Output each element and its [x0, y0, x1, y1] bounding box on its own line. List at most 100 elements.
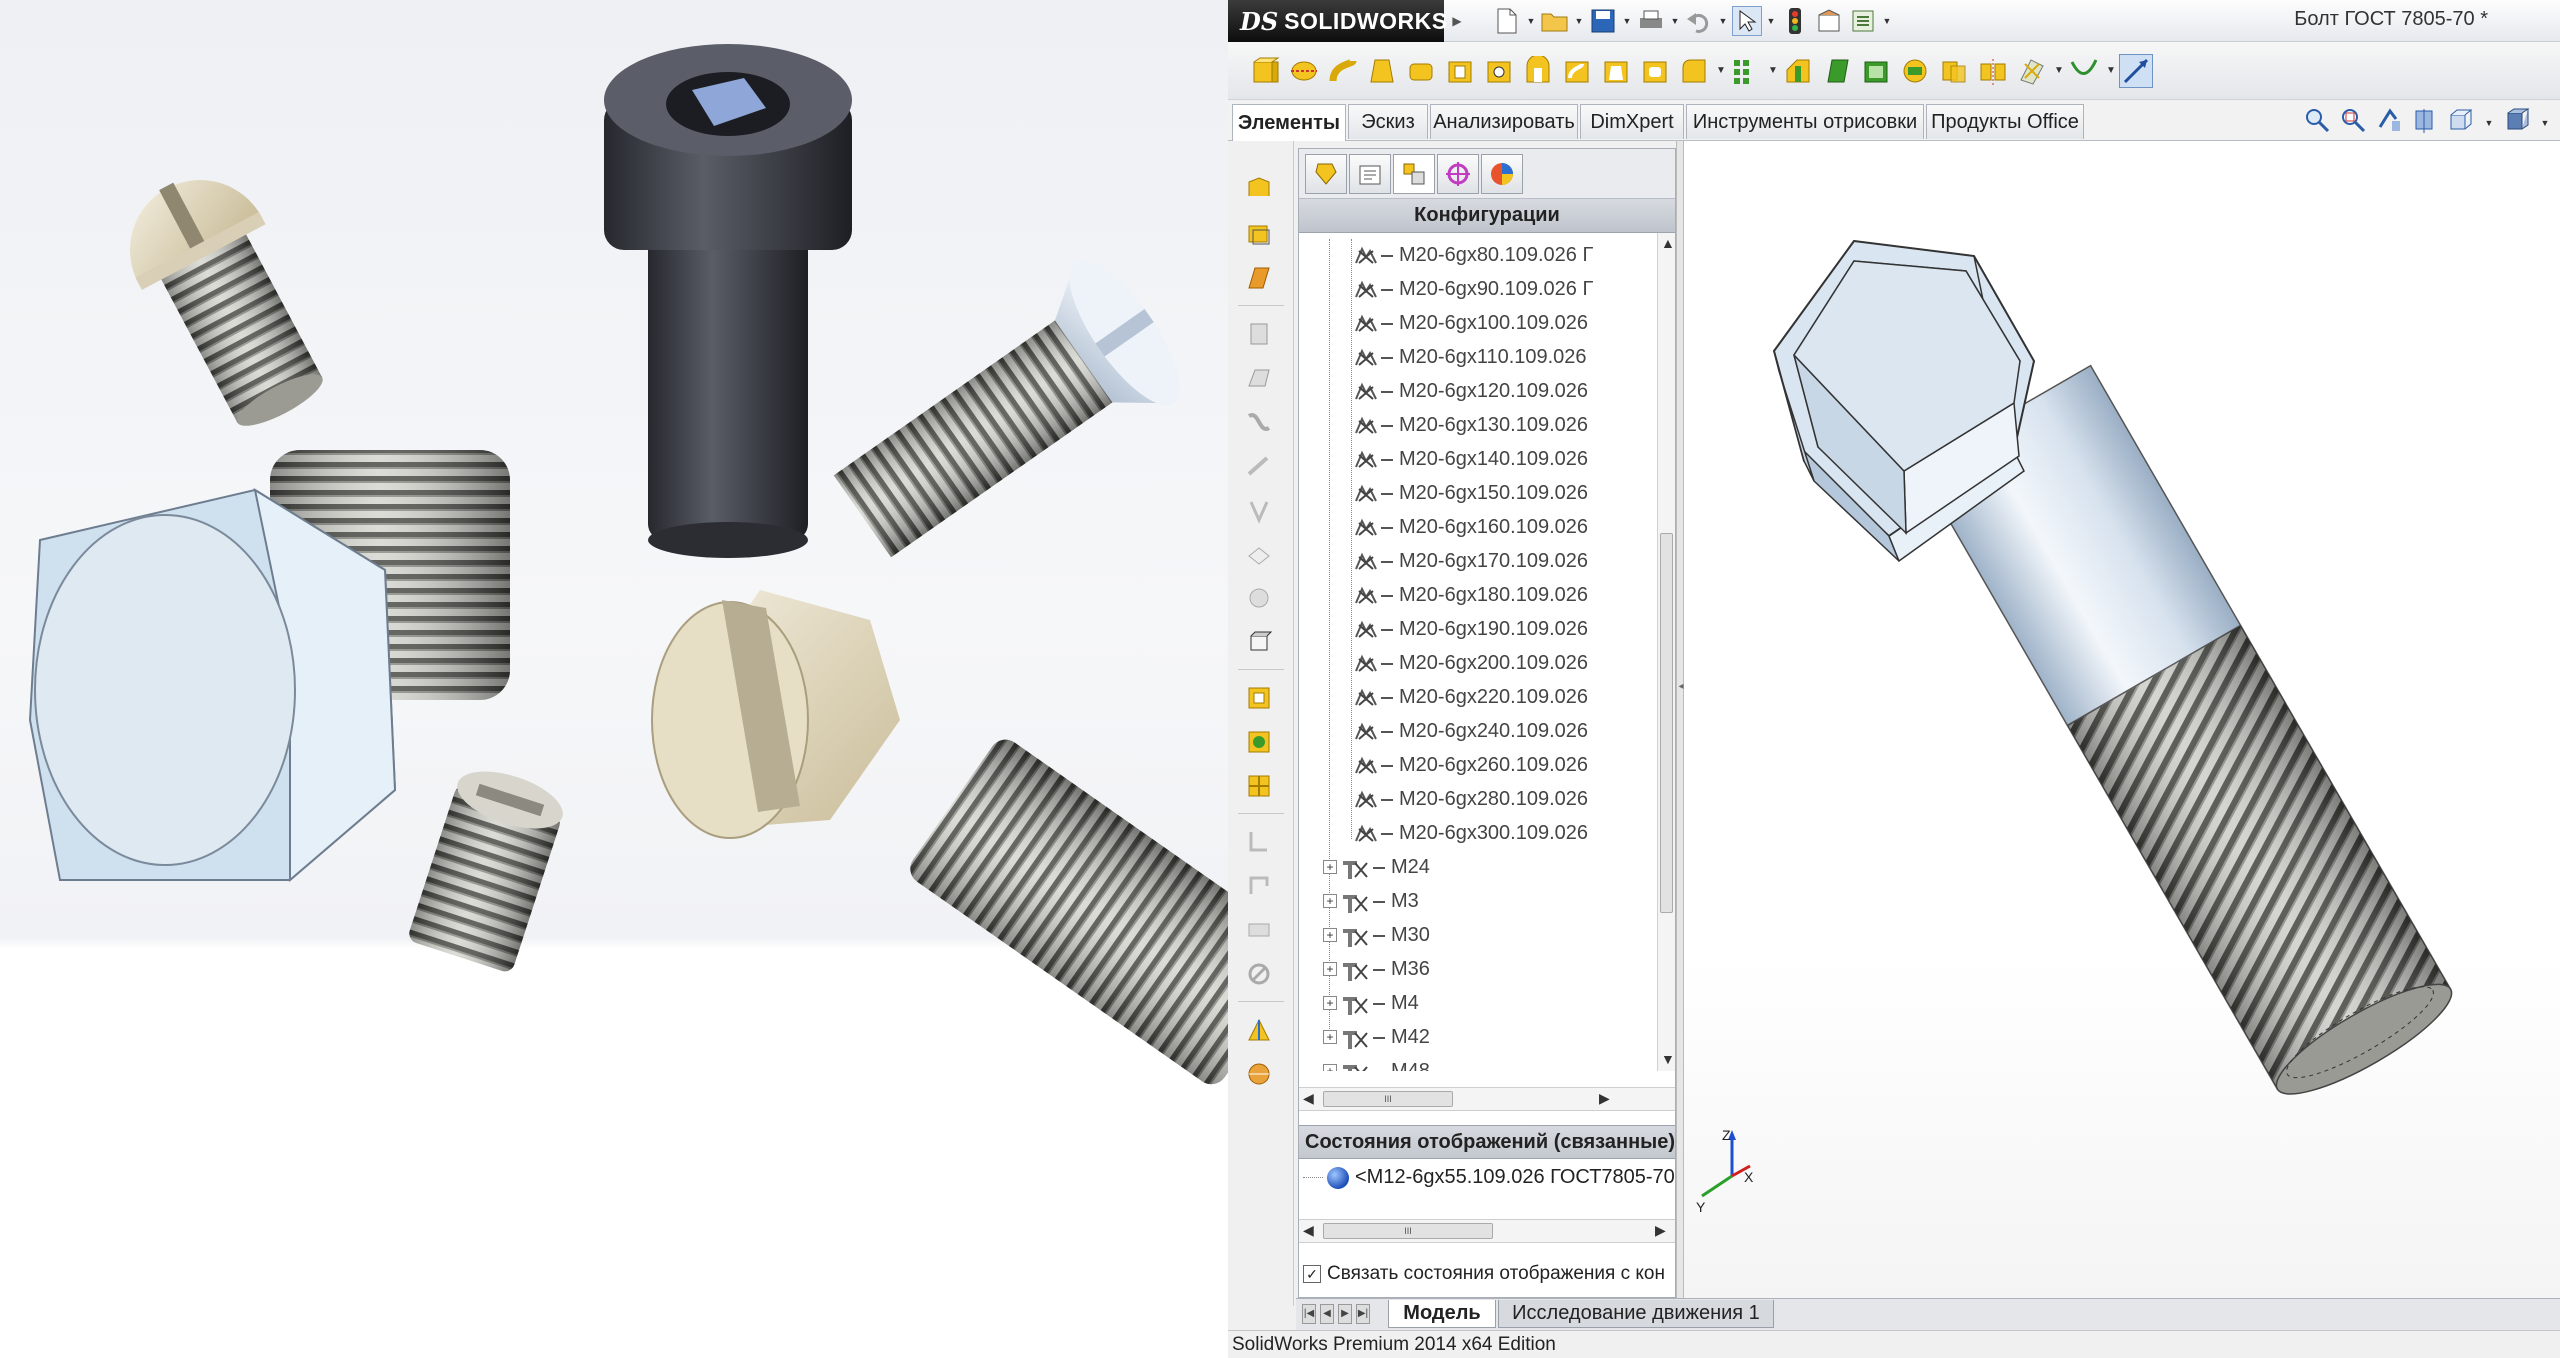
tab-office-products[interactable]: Продукты Office — [1926, 104, 2084, 139]
hole-wizard-icon[interactable] — [1482, 54, 1516, 88]
link-display-states-option[interactable]: ✓ Связать состояния отображения с кон — [1299, 1257, 1675, 1291]
size-group-item[interactable]: + M36 — [1299, 953, 1657, 987]
scroll-right-arrow-icon[interactable]: ▶ — [1655, 1222, 1666, 1239]
tab-model[interactable]: Модель — [1388, 1300, 1496, 1328]
configuration-item[interactable]: M20-6gx90.109.026 Г — [1299, 273, 1657, 307]
display-style-icon[interactable] — [2504, 107, 2530, 138]
revolved-cut-icon[interactable] — [1521, 54, 1555, 88]
scene-icon[interactable] — [1242, 1057, 1276, 1091]
new-dropdown-arrow-icon[interactable]: ▼ — [1526, 16, 1536, 26]
tree-scroll-thumb[interactable] — [1660, 533, 1673, 913]
configuration-manager-tab-icon[interactable] — [1393, 154, 1435, 194]
fillet-icon[interactable] — [1677, 54, 1711, 88]
graphics-viewport[interactable]: Z Y X — [1684, 141, 2560, 1306]
tab-dimxpert[interactable]: DimXpert — [1580, 104, 1684, 139]
previous-view-icon[interactable] — [2376, 107, 2402, 138]
draft-icon[interactable] — [1820, 54, 1854, 88]
tree-horizontal-scrollbar[interactable]: ◀ III ▶ — [1299, 1087, 1675, 1111]
display-manager-tab-icon[interactable] — [1481, 154, 1523, 194]
expand-plus-icon[interactable]: + — [1323, 928, 1337, 942]
tree-hscroll-thumb[interactable]: III — [1323, 1091, 1453, 1107]
move-face-icon[interactable] — [1242, 625, 1276, 659]
size-group-item[interactable]: + M48 — [1299, 1055, 1657, 1071]
extruded-cut-icon[interactable] — [1443, 54, 1477, 88]
configuration-item[interactable]: M20-6gx130.109.026 — [1299, 409, 1657, 443]
options-dropdown-arrow-icon[interactable]: ▼ — [1882, 16, 1892, 26]
instant3d-icon[interactable] — [2119, 53, 2153, 88]
configuration-item[interactable]: M20-6gx190.109.026 — [1299, 613, 1657, 647]
tab-render-tools[interactable]: Инструменты отрисовки — [1686, 104, 1924, 139]
zoom-to-fit-icon[interactable] — [2304, 107, 2330, 138]
configuration-item[interactable]: M20-6gx220.109.026 — [1299, 681, 1657, 715]
tab-sketch[interactable]: Эскиз — [1348, 104, 1428, 139]
curves-icon[interactable] — [2067, 54, 2101, 88]
panel-splitter[interactable]: ◂ — [1676, 141, 1684, 1306]
options-icon[interactable] — [1848, 6, 1878, 36]
configuration-item[interactable]: M20-6gx240.109.026 — [1299, 715, 1657, 749]
open-dropdown-arrow-icon[interactable]: ▼ — [1574, 16, 1584, 26]
shell-icon[interactable] — [1859, 54, 1893, 88]
configuration-item[interactable]: M20-6gx100.109.026 — [1299, 307, 1657, 341]
next-tab-arrow-icon[interactable]: ▶ — [1338, 1304, 1352, 1324]
insert-part-icon[interactable] — [1242, 681, 1276, 715]
wrap-icon[interactable] — [1898, 54, 1932, 88]
expand-plus-icon[interactable]: + — [1323, 1064, 1337, 1071]
miter-flange-icon[interactable] — [1242, 913, 1276, 947]
configuration-item[interactable]: M20-6gx180.109.026 — [1299, 579, 1657, 613]
fill-surface-icon[interactable] — [1242, 317, 1276, 351]
configuration-item[interactable]: M20-6gx200.109.026 — [1299, 647, 1657, 681]
expand-plus-icon[interactable]: + — [1323, 894, 1337, 908]
display-state-item[interactable]: <M12-6gx55.109.026 ГОСТ7805-70 — [1299, 1161, 1675, 1195]
reference-geometry-icon[interactable] — [2015, 54, 2049, 88]
configuration-item[interactable]: M20-6gx260.109.026 — [1299, 749, 1657, 783]
scroll-down-arrow-icon[interactable]: ▼ — [1661, 1051, 1675, 1067]
configuration-item[interactable]: M20-6gx150.109.026 — [1299, 477, 1657, 511]
configuration-item[interactable]: M20-6gx160.109.026 — [1299, 511, 1657, 545]
expand-plus-icon[interactable]: + — [1323, 996, 1337, 1010]
configuration-item[interactable]: M20-6gx300.109.026 — [1299, 817, 1657, 851]
print-icon[interactable] — [1636, 6, 1666, 36]
loft-surface-icon[interactable] — [1242, 405, 1276, 439]
scroll-right-arrow-icon[interactable]: ▶ — [1599, 1090, 1610, 1107]
rebuild-traffic-light-icon[interactable] — [1780, 6, 1810, 36]
scroll-left-arrow-icon[interactable]: ◀ — [1303, 1222, 1314, 1239]
reference-dropdown-arrow-icon[interactable]: ▼ — [2054, 65, 2064, 76]
linear-pattern-icon[interactable] — [1729, 54, 1763, 88]
menu-expand-arrow-icon[interactable]: ▶ — [1446, 0, 1468, 42]
size-group-item[interactable]: + M30 — [1299, 919, 1657, 953]
trim-surface-icon[interactable] — [1242, 449, 1276, 483]
intersect-icon[interactable] — [1937, 54, 1971, 88]
link-display-states-checkbox[interactable]: ✓ — [1303, 1265, 1321, 1283]
tab-motion-study[interactable]: Исследование движения 1 — [1498, 1300, 1774, 1328]
view-orientation-icon[interactable] — [2448, 107, 2474, 138]
edge-flange-icon[interactable] — [1242, 869, 1276, 903]
configuration-item[interactable]: M20-6gx170.109.026 — [1299, 545, 1657, 579]
planar-surface-icon[interactable] — [1242, 261, 1276, 295]
lofted-boss-icon[interactable] — [1365, 54, 1399, 88]
expand-plus-icon[interactable]: + — [1323, 962, 1337, 976]
fillet-dropdown-arrow-icon[interactable]: ▼ — [1716, 65, 1726, 76]
knit-surface-icon[interactable] — [1242, 361, 1276, 395]
size-group-item[interactable]: + M4 — [1299, 987, 1657, 1021]
display-states-horizontal-scrollbar[interactable]: ◀ III ▶ — [1299, 1219, 1675, 1243]
untrim-surface-icon[interactable] — [1242, 537, 1276, 571]
expand-plus-icon[interactable]: + — [1323, 1030, 1337, 1044]
tab-evaluate[interactable]: Анализировать — [1430, 104, 1578, 139]
boundary-boss-icon[interactable] — [1404, 54, 1438, 88]
display-style-dropdown-arrow-icon[interactable]: ▼ — [2540, 118, 2550, 128]
configuration-item[interactable]: M20-6gx110.109.026 — [1299, 341, 1657, 375]
tab-features[interactable]: Элементы — [1232, 104, 1346, 141]
scroll-up-arrow-icon[interactable]: ▲ — [1661, 235, 1675, 251]
undo-dropdown-arrow-icon[interactable]: ▼ — [1718, 16, 1728, 26]
dimxpert-manager-tab-icon[interactable] — [1437, 154, 1479, 194]
insert-assembly-icon[interactable] — [1242, 725, 1276, 759]
extruded-surface-icon[interactable] — [1242, 171, 1276, 205]
pattern-dropdown-arrow-icon[interactable]: ▼ — [1768, 65, 1778, 76]
tree-vertical-scrollbar[interactable]: ▲ ▼ — [1657, 233, 1675, 1071]
section-view-icon[interactable] — [2412, 107, 2438, 138]
extruded-boss-icon[interactable] — [1248, 54, 1282, 88]
select-pointer-icon[interactable] — [1732, 6, 1762, 36]
display-states-hscroll-thumb[interactable]: III — [1323, 1223, 1493, 1239]
select-dropdown-arrow-icon[interactable]: ▼ — [1766, 16, 1776, 26]
offset-surface-icon[interactable] — [1242, 217, 1276, 251]
